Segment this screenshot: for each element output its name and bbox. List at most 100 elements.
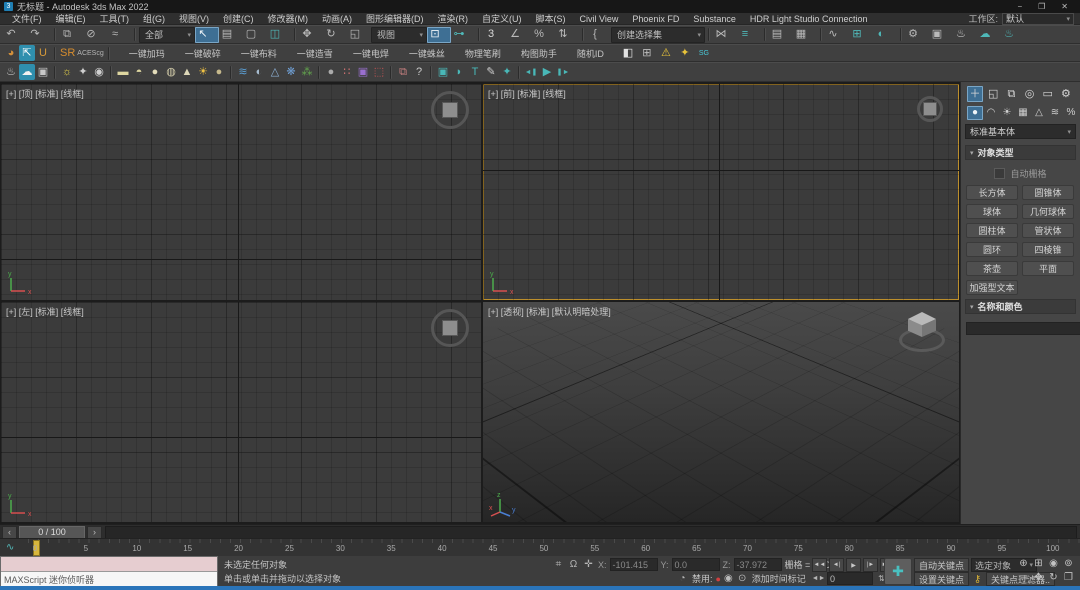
ruler-tick[interactable]: 65 [688,544,706,553]
select-and-scale-icon[interactable]: ◱ [347,27,371,43]
zoom-all-icon[interactable]: ⊞ [1031,557,1046,570]
cone-light-icon[interactable]: ▲ [179,64,195,80]
sparkle-tool-icon[interactable]: ✦ [499,64,515,80]
ruler-tick[interactable]: 85 [891,544,909,553]
tab-modify[interactable]: ◱ [985,86,1001,102]
shirt-tool-icon[interactable]: T [467,64,483,80]
viewcube[interactable] [899,310,945,354]
purple-box-icon[interactable]: ▣ [355,64,371,80]
cat-spacewarps[interactable]: ≋ [1047,106,1063,120]
rollout-name-color[interactable]: ▾ 名称和颜色 [965,299,1076,314]
select-and-link-icon[interactable]: ⧉ [59,27,83,43]
percent-snap-icon[interactable]: % [531,27,555,43]
ruler-tick[interactable]: 15 [179,544,197,553]
primitive-button[interactable]: 管状体 [1022,223,1074,238]
viewport-label[interactable]: [+] [前] [标准] [线框] [488,87,566,100]
cat-geometry[interactable]: ● [967,106,983,120]
camera-icon[interactable]: ◉ [91,64,107,80]
cat-systems[interactable]: % [1063,106,1079,120]
next-frame-button[interactable]: |► [863,558,878,572]
menu-item[interactable]: 文件(F) [6,12,48,25]
menu-item[interactable]: 动画(A) [316,12,358,25]
tab-motion[interactable]: ◎ [1022,86,1038,102]
selection-filter-dropdown[interactable]: 全部 ▾ [139,27,195,43]
transform-typein-icon[interactable]: ✛ [582,558,595,571]
close-button[interactable]: ✕ [1061,2,1068,11]
isolate-selection-icon[interactable]: ⌗ [552,558,565,571]
curve-editor-icon[interactable]: ∿ [825,27,849,43]
preview-window-icon[interactable]: ▣ [35,64,51,80]
window-crossing-icon[interactable]: ◫ [267,27,291,43]
ruler-tick[interactable]: 80 [840,544,858,553]
record-dot-icon[interactable]: ● [716,574,721,584]
undo-icon[interactable]: ↶ [3,27,27,43]
zoom-extents-icon[interactable]: ◉ [1046,557,1061,570]
grass-icon[interactable]: ⁂ [299,64,315,80]
script-button[interactable]: 一键蛛丝 [399,45,455,61]
primitive-button[interactable]: 球体 [966,204,1018,219]
layer-explorer-icon[interactable]: ▦ [793,27,817,43]
tab-hierarchy[interactable]: ⧉ [1003,86,1019,102]
primitive-button[interactable]: 长方体 [966,185,1018,200]
teapot-icon[interactable]: ♨ [3,64,19,80]
render-production-icon[interactable]: ♨ [953,27,977,43]
zoom-extents-all-icon[interactable]: ⊚ [1061,557,1076,570]
knife-tool-icon[interactable]: ✎ [483,64,499,80]
sun-light-icon[interactable]: ☀ [195,64,211,80]
select-by-name-icon[interactable]: ▤ [219,27,243,43]
ruler-tick[interactable]: 30 [331,544,349,553]
menu-item[interactable]: 工具(T) [94,12,136,25]
workspace-dropdown[interactable]: 默认 ▾ [1002,13,1074,25]
ruler-tick[interactable]: 100 [1044,544,1062,553]
key-step-icon[interactable]: ◄► [812,572,825,585]
script-button[interactable]: 构图助手 [511,45,567,61]
x-coordinate-field[interactable]: -101.415 [610,558,658,571]
script-button[interactable]: 一键电焊 [343,45,399,61]
add-time-tag[interactable]: 添加时间标记 [752,572,806,585]
menu-item[interactable]: 修改器(M) [262,12,315,25]
ruler-tick[interactable]: 90 [942,544,960,553]
ruler-tick[interactable]: 50 [535,544,553,553]
render-window-icon[interactable]: ▣ [435,64,451,80]
sg-badge-icon[interactable]: SG [696,45,712,61]
gray-sphere-icon[interactable]: ● [323,64,339,80]
script-button[interactable]: 随机ID [567,45,614,61]
light-bulb-icon[interactable]: ☼ [59,64,75,80]
z-coordinate-field[interactable]: -37.972 [734,558,782,571]
menu-item[interactable]: Substance [687,14,742,24]
script-button[interactable]: 物理笔刷 [455,45,511,61]
set-key-mode-button[interactable]: 设置关键点 [914,572,969,586]
cloud-render-icon[interactable]: ☁ [19,64,35,80]
maximize-viewport-icon[interactable]: ❐ [1061,571,1076,584]
tab-create[interactable]: ＋ [967,86,983,102]
scene-explorer-icon[interactable]: ▤ [769,27,793,43]
rollout-object-type[interactable]: ▾ 对象类型 [965,145,1076,160]
dither-box-icon[interactable]: ⊞ [639,45,655,61]
ruler-tick[interactable]: 25 [280,544,298,553]
time-next-button[interactable]: › [87,526,102,539]
primitive-button[interactable]: 加强型文本 [966,280,1018,295]
menu-item[interactable]: 创建(C) [217,12,260,25]
ruler-tick[interactable]: 20 [230,544,248,553]
menu-item[interactable]: 图形编辑器(D) [360,12,430,25]
y-coordinate-field[interactable]: 0.0 [672,558,720,571]
ruler-tick[interactable]: 60 [637,544,655,553]
use-pivot-center-icon[interactable]: ⊡ [427,27,451,43]
angle-snap-icon[interactable]: ∠ [507,27,531,43]
progressive-display-icon[interactable]: ◔ [676,572,689,585]
aces-colorspace-label[interactable]: ACEScg [76,45,104,61]
water-waves-icon[interactable]: ≋ [235,64,251,80]
timeline-ruler[interactable]: ∿ 05101520253035404550556065707580859095… [0,538,1080,558]
render-cloud-icon[interactable]: ☁ [977,27,1001,43]
redo-icon[interactable]: ↷ [27,27,51,43]
primitive-button[interactable]: 平面 [1022,261,1074,276]
maxscript-listener[interactable]: MAXScript 迷你侦听器 [0,556,218,586]
sphere-tan-icon[interactable]: ● [211,64,227,80]
listener-input-row[interactable]: MAXScript 迷你侦听器 [1,572,217,586]
mirror-icon[interactable]: ⋈ [713,27,737,43]
unlink-selection-icon[interactable]: ⊘ [83,27,107,43]
select-and-move-icon[interactable]: ✥ [299,27,323,43]
spinner-snap-icon[interactable]: ⇅ [555,27,579,43]
windows-taskbar-strip[interactable] [0,586,1080,590]
ruler-tick[interactable]: 5 [77,544,95,553]
